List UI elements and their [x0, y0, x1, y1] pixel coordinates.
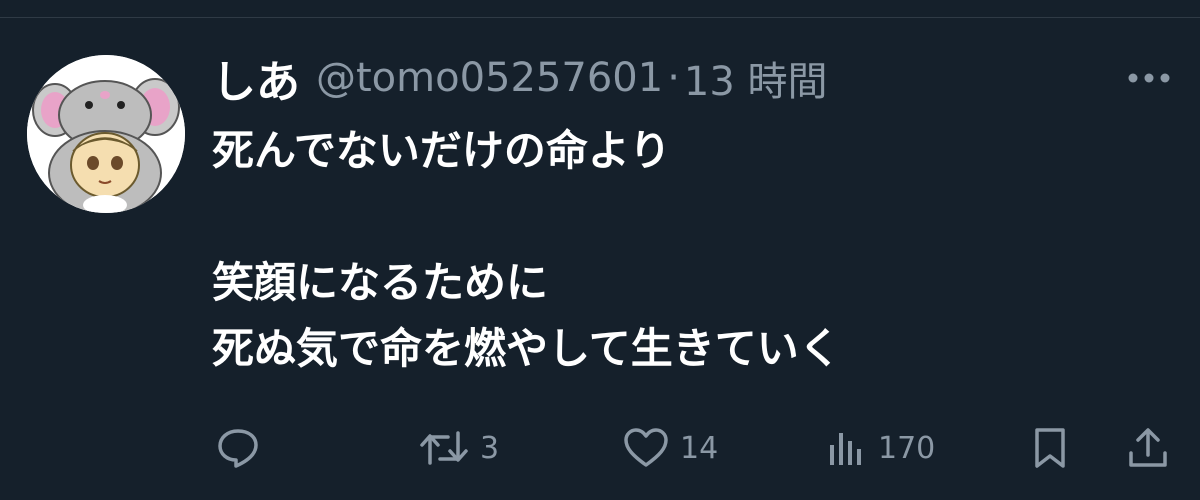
- bookmark-button[interactable]: [1030, 420, 1070, 476]
- user-handle[interactable]: @tomo05257601: [316, 55, 663, 101]
- like-button[interactable]: 14: [622, 420, 718, 476]
- separator-dot: ·: [667, 55, 680, 101]
- share-button[interactable]: [1125, 420, 1171, 476]
- tweet-text-line: 笑顔になるために: [212, 258, 549, 307]
- timestamp[interactable]: 13 時間: [684, 49, 828, 107]
- tweet-header: しあ @tomo05257601 · 13 時間: [212, 48, 828, 108]
- reply-button[interactable]: [215, 420, 261, 476]
- tweet-text-line: [212, 184, 1172, 250]
- more-options-button[interactable]: [1124, 60, 1174, 96]
- tweet-text-line: 死ぬ気で命を燃やして生きていく: [212, 324, 841, 373]
- tweet-text: 死んでないだけの命より 笑顔になるために 死ぬ気で命を燃やして生きていく: [212, 118, 1172, 382]
- bookmark-icon: [1035, 428, 1065, 468]
- top-divider: [0, 17, 1200, 18]
- display-name[interactable]: しあ: [212, 46, 300, 110]
- more-icon: [1128, 73, 1170, 83]
- avatar[interactable]: [27, 55, 185, 213]
- share-icon: [1129, 428, 1167, 467]
- views-button[interactable]: 170: [826, 420, 935, 476]
- reply-icon: [218, 429, 258, 468]
- action-bar: 3 14 170: [0, 420, 1200, 476]
- heart-icon: [624, 428, 668, 467]
- views-count: 170: [878, 430, 936, 466]
- retweet-count: 3: [480, 430, 500, 466]
- views-icon: [830, 433, 861, 465]
- retweet-button[interactable]: 3: [418, 420, 499, 476]
- avatar-image: [27, 55, 185, 213]
- like-count: 14: [680, 430, 719, 466]
- retweet-icon: [420, 431, 468, 465]
- tweet-text-line: 死んでないだけの命より: [212, 126, 672, 175]
